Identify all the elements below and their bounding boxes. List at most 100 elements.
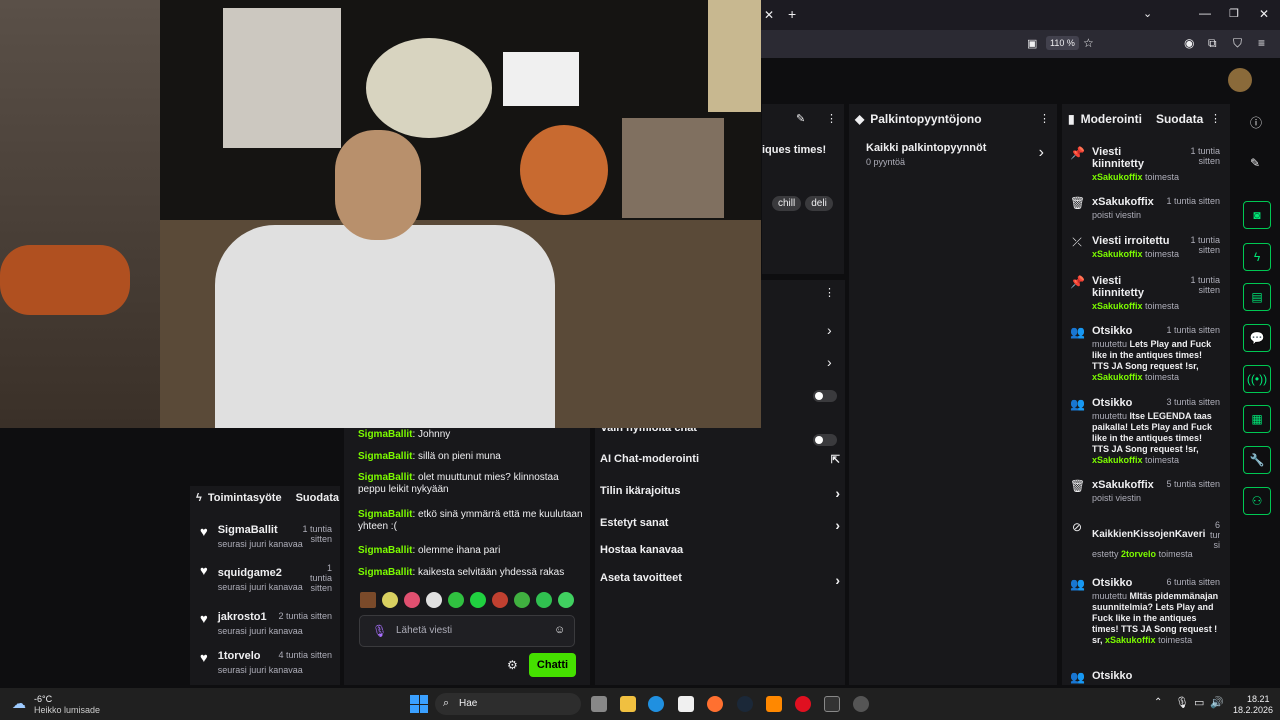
chat-username[interactable]: SigmaBallit (358, 429, 412, 440)
mod-user[interactable]: xSakukoffix (1092, 372, 1143, 382)
mod-user[interactable]: xSakukoffix (1092, 301, 1143, 311)
gear-icon[interactable]: ⚙ (507, 658, 518, 672)
right-sidebar: ⓘ ✎ (1236, 104, 1280, 685)
emote-icon[interactable] (470, 592, 486, 608)
shield-icon[interactable]: ⛉ (1233, 36, 1242, 51)
layout-icon[interactable]: ▦ (1243, 405, 1271, 433)
share-icon[interactable]: ⚇ (1243, 487, 1271, 515)
start-icon[interactable] (410, 695, 428, 713)
emote-icon[interactable] (448, 592, 464, 608)
network-icon[interactable]: ▭ (1194, 696, 1204, 709)
firefox-icon[interactable] (707, 696, 723, 712)
close-tab-icon[interactable]: ✕ (764, 8, 774, 22)
close-window-icon[interactable]: ✕ (1259, 7, 1269, 21)
stream-info-panel: ✎ ⋮ iques times! chill deli (762, 104, 844, 274)
setting-host-channel[interactable]: Hostaa kanavaa (600, 544, 840, 556)
more-icon[interactable]: ⋮ (826, 112, 837, 125)
broadcast-icon[interactable]: ((•)) (1243, 365, 1271, 393)
volume-icon[interactable]: 🔊 (1210, 696, 1224, 709)
emote-icon[interactable] (426, 592, 442, 608)
emote-icon[interactable] (404, 592, 420, 608)
send-chat-button[interactable]: Chatti (529, 653, 576, 677)
more-icon[interactable]: ⋮ (824, 286, 835, 299)
mic-icon[interactable]: 🎙 (372, 624, 387, 638)
opera-icon[interactable] (795, 696, 811, 712)
emote-icon[interactable] (558, 592, 574, 608)
setting-blocked-words[interactable]: Estetyt sanat › (600, 517, 840, 533)
setting-age-restriction[interactable]: Tilin ikärajoitus › (600, 485, 840, 501)
chat-placeholder: Lähetä viesti (396, 625, 453, 636)
mod-user[interactable]: xSakukoffix (1105, 635, 1156, 645)
wrench-icon[interactable]: 🔧 (1243, 446, 1271, 474)
edit-icon[interactable]: ✎ (796, 112, 805, 125)
filter-button[interactable]: Suodata (1156, 112, 1203, 126)
toggle-switch[interactable] (813, 390, 837, 402)
lightning-icon[interactable]: ϟ (1243, 243, 1271, 271)
zoom-level[interactable]: 110 % (1046, 36, 1079, 50)
person-head (335, 130, 421, 240)
tag-chip[interactable]: chill (772, 196, 802, 211)
mic-tray-icon[interactable]: 🎙 (1175, 696, 1189, 709)
reader-icon[interactable]: ▣ (1027, 37, 1037, 50)
setting-set-goals[interactable]: Aseta tavoitteet › (600, 572, 840, 588)
menu-icon[interactable]: ≡ (1258, 36, 1265, 50)
mod-detail: muutettu (1092, 591, 1128, 601)
video-player[interactable] (0, 0, 761, 428)
emote-icon[interactable] (492, 592, 508, 608)
emoji-icon[interactable]: ☺ (554, 624, 565, 636)
more-icon[interactable]: ⋮ (1039, 112, 1050, 125)
emote-icon[interactable] (382, 592, 398, 608)
taskbar-search[interactable]: ⌕ Hae (435, 693, 581, 715)
store-icon[interactable] (678, 696, 694, 712)
emote-icon[interactable] (360, 592, 376, 608)
mod-user[interactable]: xSakukoffix (1092, 172, 1143, 182)
mod-user[interactable]: xSakukoffix (1092, 249, 1143, 259)
pencil-icon[interactable]: ✎ (1250, 156, 1260, 170)
all-rewards-item[interactable]: Kaikki palkintopyynnöt 0 pyyntöä › (866, 142, 1046, 167)
chat-username[interactable]: SigmaBallit (358, 451, 412, 462)
tag-chip[interactable]: deli (805, 196, 833, 211)
clock-time[interactable]: 18.21 (1247, 694, 1270, 704)
weather-icon[interactable]: ☁ (12, 695, 26, 712)
account-icon[interactable]: ◉ (1184, 36, 1194, 50)
mod-user[interactable]: xSakukoffix (1092, 455, 1143, 465)
new-tab-icon[interactable]: + (788, 6, 796, 22)
chat-username[interactable]: SigmaBallit (358, 567, 412, 578)
chat-username[interactable]: SigmaBallit (358, 472, 412, 483)
chevron-right-icon[interactable]: › (827, 322, 832, 338)
toggle-switch[interactable] (813, 434, 837, 446)
chevron-down-icon[interactable]: ⌄ (1143, 7, 1152, 20)
camera-icon[interactable]: ◙ (1243, 201, 1271, 229)
chat-input[interactable]: 🎙 Lähetä viesti ☺ (359, 615, 575, 647)
chat-username[interactable]: SigmaBallit (358, 509, 412, 520)
maximize-icon[interactable]: ❐ (1229, 7, 1239, 20)
file-explorer-icon[interactable] (620, 696, 636, 712)
chat-bubble-icon[interactable]: 💬 (1243, 324, 1271, 352)
steam-icon[interactable] (737, 696, 753, 712)
terminal-icon[interactable] (824, 696, 840, 712)
clock-date[interactable]: 18.2.2026 (1233, 705, 1273, 715)
chevron-right-icon[interactable]: › (827, 354, 832, 370)
document-icon[interactable]: ▤ (1243, 283, 1271, 311)
more-icon[interactable]: ⋮ (1210, 112, 1221, 125)
info-icon[interactable]: ⓘ (1250, 114, 1262, 131)
emote-icon[interactable] (514, 592, 530, 608)
vlc-icon[interactable] (766, 696, 782, 712)
chat-username[interactable]: SigmaBallit (358, 545, 412, 556)
filter-button[interactable]: Suodata (296, 492, 339, 504)
avatar[interactable] (1228, 68, 1252, 92)
taskbar (0, 688, 1280, 720)
extensions-icon[interactable]: ⧉ (1208, 36, 1217, 51)
bookmark-star-icon[interactable]: ☆ (1083, 36, 1094, 50)
flag-image (503, 52, 579, 106)
setting-ai-moderation[interactable]: AI Chat-moderointi ⇱ (600, 453, 840, 466)
edge-icon[interactable] (648, 696, 664, 712)
task-view-icon[interactable] (591, 696, 607, 712)
mod-user[interactable]: 2torvelo (1121, 549, 1156, 559)
minimize-icon[interactable]: — (1199, 6, 1211, 20)
setting-label: Aseta tavoitteet (600, 572, 682, 584)
tray-chevron-icon[interactable]: ⌃ (1154, 697, 1162, 708)
emote-icon[interactable] (536, 592, 552, 608)
settings-app-icon[interactable] (853, 696, 869, 712)
mod-log-row: 🗑 xSakukoffix 1 tuntia sitten poisti viest… (1070, 196, 1220, 221)
